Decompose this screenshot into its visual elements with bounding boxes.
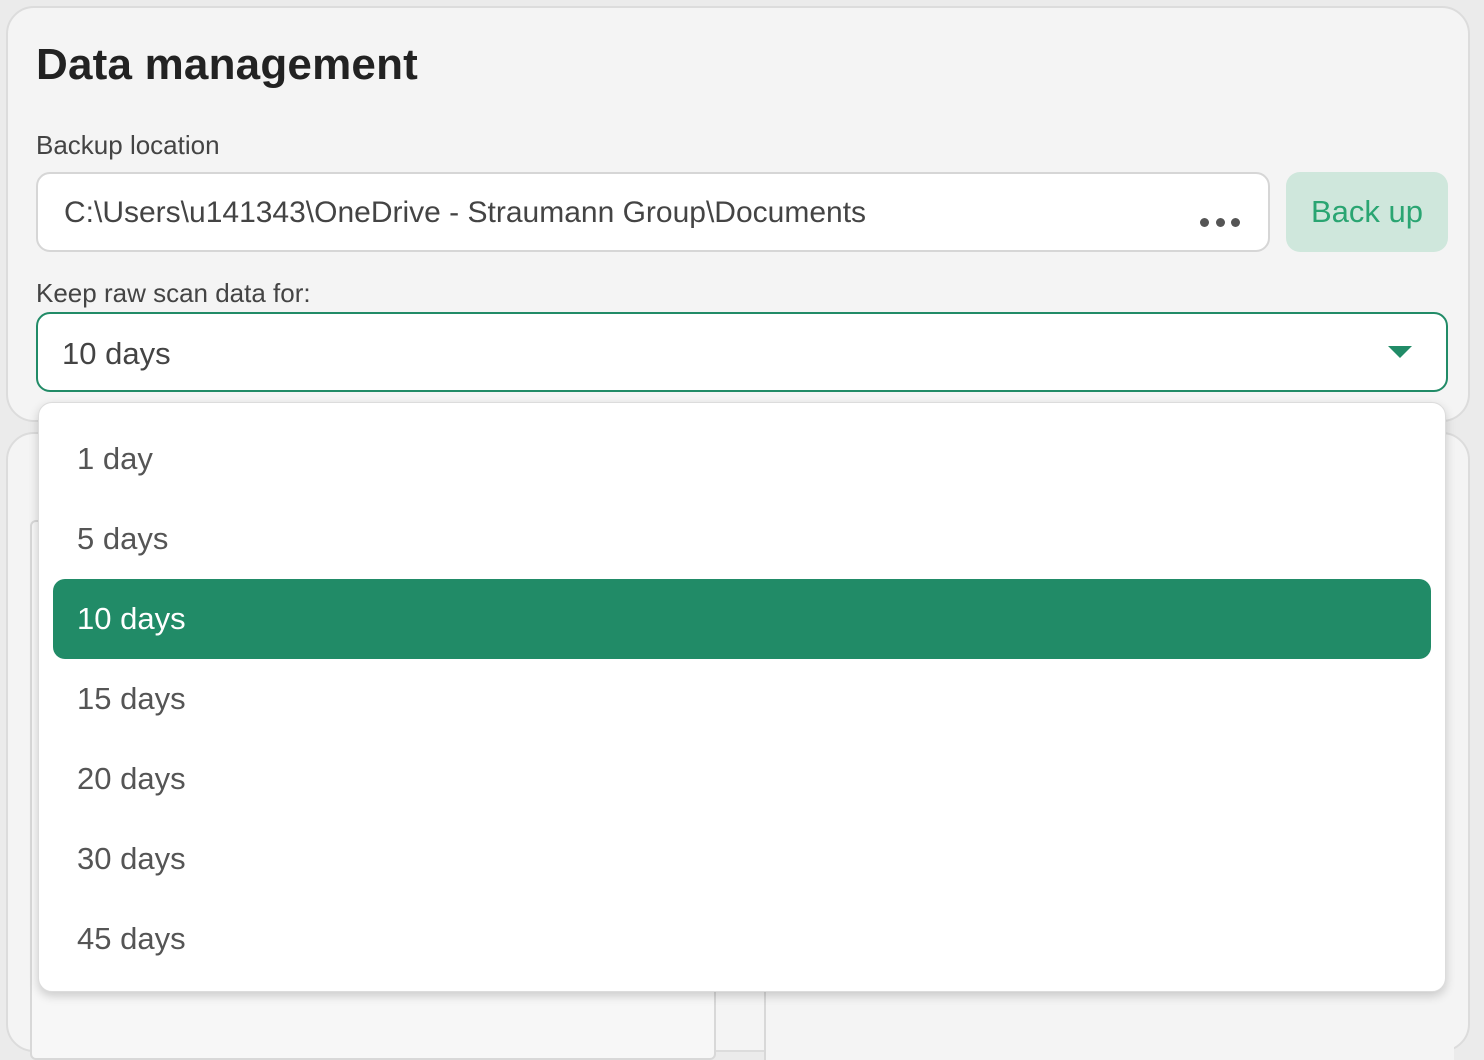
back-up-button[interactable]: Back up [1286, 172, 1448, 252]
backup-path-value: C:\Users\u141343\OneDrive - Straumann Gr… [64, 196, 867, 229]
option-label: 20 days [77, 761, 186, 796]
dot [1200, 217, 1209, 227]
option-label: 5 days [77, 521, 169, 556]
option-label: 10 days [77, 601, 186, 636]
option-label: 1 day [77, 441, 153, 476]
option-15-days[interactable]: 15 days [53, 659, 1431, 739]
select-value: 10 days [62, 336, 171, 371]
section-title: Data management [36, 40, 419, 89]
option-30-days[interactable]: 30 days [53, 819, 1431, 899]
retention-dropdown-menu: 1 day 5 days 10 days 15 days 20 days 30 … [38, 402, 1446, 992]
backup-location-label: Backup location [36, 130, 220, 160]
dot [1215, 217, 1225, 227]
option-45-days[interactable]: 45 days [53, 899, 1431, 979]
option-label: 45 days [77, 921, 186, 956]
option-10-days[interactable]: 10 days [53, 579, 1431, 659]
option-20-days[interactable]: 20 days [53, 739, 1431, 819]
keep-raw-data-label: Keep raw scan data for: [36, 278, 311, 308]
option-label: 15 days [77, 681, 186, 716]
option-label: 30 days [77, 841, 186, 876]
more-horizontal-icon[interactable] [1200, 216, 1240, 228]
dot [1231, 217, 1240, 227]
keep-raw-data-select[interactable]: 10 days [36, 312, 1448, 392]
backup-location-field[interactable]: C:\Users\u141343\OneDrive - Straumann Gr… [36, 172, 1270, 252]
option-1-day[interactable]: 1 day [53, 419, 1431, 499]
option-5-days[interactable]: 5 days [53, 499, 1431, 579]
caret-down-icon [1388, 346, 1412, 358]
